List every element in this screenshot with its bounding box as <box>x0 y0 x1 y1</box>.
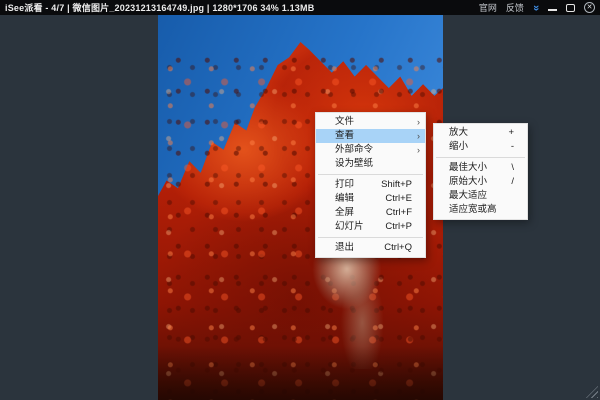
menu-item-file[interactable]: 文件 › <box>316 115 425 129</box>
titlebar[interactable]: iSee派看 - 4/7 | 微信图片_20231213164749.jpg |… <box>0 0 600 15</box>
submenu-item-zoom-in[interactable]: 放大 + <box>434 126 527 140</box>
menu-item-external-commands[interactable]: 外部命令 › <box>316 143 425 157</box>
menu-separator <box>436 157 525 158</box>
official-site-link[interactable]: 官网 <box>479 1 497 14</box>
photo-shadow <box>158 346 443 400</box>
view-submenu: 放大 + 缩小 - 最佳大小 \ 原始大小 / 最大适应 适应宽或高 <box>433 123 528 220</box>
submenu-item-zoom-out[interactable]: 缩小 - <box>434 140 527 154</box>
resize-grip[interactable] <box>586 386 598 398</box>
menu-item-edit[interactable]: 编辑 Ctrl+E <box>316 192 425 206</box>
shortcut-label: - <box>511 140 514 154</box>
menu-item-print[interactable]: 打印 Shift+P <box>316 178 425 192</box>
maximize-button[interactable] <box>566 4 575 12</box>
menu-item-set-wallpaper[interactable]: 设为壁纸 <box>316 157 425 171</box>
menu-item-view[interactable]: 查看 › <box>316 129 425 143</box>
shortcut-label: \ <box>511 161 514 175</box>
window-title: iSee派看 - 4/7 | 微信图片_20231213164749.jpg |… <box>5 1 314 14</box>
menu-item-fullscreen[interactable]: 全屏 Ctrl+F <box>316 206 425 220</box>
submenu-item-fit-width-or-height[interactable]: 适应宽或高 <box>434 203 527 217</box>
minimize-button[interactable] <box>548 9 557 11</box>
menu-separator <box>318 237 423 238</box>
menu-separator <box>318 174 423 175</box>
shortcut-label: + <box>508 126 514 140</box>
submenu-arrow-icon: › <box>417 143 420 157</box>
menu-item-slideshow[interactable]: 幻灯片 Ctrl+P <box>316 220 425 234</box>
shortcut-label: Ctrl+P <box>385 220 412 234</box>
shortcut-label: Ctrl+F <box>386 206 412 220</box>
submenu-arrow-icon: › <box>417 115 420 129</box>
close-button[interactable]: ✕ <box>584 2 595 13</box>
submenu-item-original-size[interactable]: 原始大小 / <box>434 175 527 189</box>
app-window: iSee派看 - 4/7 | 微信图片_20231213164749.jpg |… <box>0 0 600 400</box>
submenu-item-best-size[interactable]: 最佳大小 \ <box>434 161 527 175</box>
collapse-chevron-icon[interactable]: » <box>531 4 541 10</box>
shortcut-label: Ctrl+E <box>385 192 412 206</box>
shortcut-label: / <box>511 175 514 189</box>
shortcut-label: Ctrl+Q <box>384 241 412 255</box>
menu-item-exit[interactable]: 退出 Ctrl+Q <box>316 241 425 255</box>
shortcut-label: Shift+P <box>381 178 412 192</box>
submenu-item-max-fit[interactable]: 最大适应 <box>434 189 527 203</box>
submenu-arrow-icon: › <box>417 129 420 143</box>
feedback-link[interactable]: 反馈 <box>506 1 524 14</box>
context-menu: 文件 › 查看 › 外部命令 › 设为壁纸 打印 Shift+P 编辑 Ctrl… <box>315 112 426 258</box>
